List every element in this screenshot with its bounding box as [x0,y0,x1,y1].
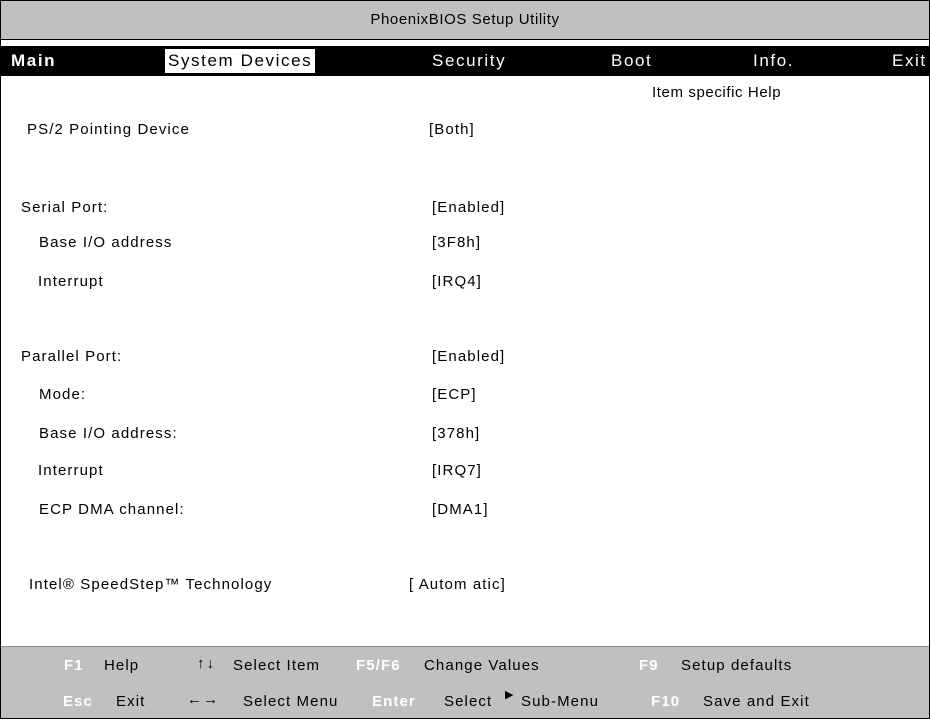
key-esc: Esc [63,693,93,710]
key-f5-f6: F5/F6 [356,657,401,674]
setting-label-serial-base: Base I/O address [39,234,173,251]
setting-value-parallel-mode[interactable]: [ECP] [432,386,477,403]
help-panel-title: Item specific Help [652,84,782,101]
menu-bar: Main System Devices Security Boot Info. … [1,46,929,76]
setting-value-parallel-port[interactable]: [Enabled] [432,348,505,365]
key-enter: Enter [372,693,416,710]
menu-main[interactable]: Main [11,46,56,76]
setting-value-ps2-pointing[interactable]: [Both] [429,121,475,138]
menu-system-devices[interactable]: System Devices [165,49,316,73]
setting-label-parallel-base: Base I/O address: [39,425,178,442]
key-f9: F9 [639,657,659,674]
menu-boot[interactable]: Boot [611,46,652,76]
setting-label-parallel-mode: Mode: [39,386,87,403]
setting-label-parallel-port: Parallel Port: [21,348,123,365]
menu-security[interactable]: Security [432,46,506,76]
setting-value-parallel-irq[interactable]: [IRQ7] [432,462,482,479]
setting-label-serial-port: Serial Port: [21,199,109,216]
setting-value-speedstep[interactable]: [ Autom atic] [409,576,506,593]
key-f1-desc: Help [104,657,140,674]
key-arrows-ud-desc: Select Item [233,657,321,674]
key-arrows-lr-desc: Select Menu [243,693,339,710]
setting-label-speedstep: Intel® SpeedStep™ Technology [29,576,273,593]
key-legend-bar: F1 Help ↑↓ Select Item F5/F6 Change Valu… [1,646,929,718]
setting-label-parallel-irq: Interrupt [38,462,104,479]
key-f1: F1 [64,657,84,674]
key-enter-submenu-desc: Sub-Menu [521,693,600,710]
key-f10-desc: Save and Exit [703,693,810,710]
setting-label-ecp-dma: ECP DMA channel: [39,501,185,518]
key-enter-desc: Select [444,693,493,710]
menu-exit[interactable]: Exit [892,46,927,76]
setting-value-parallel-base[interactable]: [378h] [432,425,480,442]
setting-value-ecp-dma[interactable]: [DMA1] [432,501,489,518]
setting-value-serial-irq[interactable]: [IRQ4] [432,273,482,290]
key-f9-desc: Setup defaults [681,657,793,674]
window-title: PhoenixBIOS Setup Utility [370,11,560,28]
setting-label-serial-irq: Interrupt [38,273,104,290]
key-esc-desc: Exit [116,693,146,710]
key-f5-f6-desc: Change Values [424,657,540,674]
left-right-arrows-icon: ←→ [187,691,220,708]
setting-label-ps2-pointing: PS/2 Pointing Device [27,121,190,138]
title-bar: PhoenixBIOS Setup Utility [1,1,929,40]
setting-value-serial-base[interactable]: [3F8h] [432,234,481,251]
up-down-arrows-icon: ↑↓ [197,655,216,672]
bios-screen: PhoenixBIOS Setup Utility Main System De… [0,0,930,719]
key-f10: F10 [651,693,681,710]
triangle-right-icon: ▶ [505,689,515,701]
setting-value-serial-port[interactable]: [Enabled] [432,199,505,216]
menu-info[interactable]: Info. [753,46,794,76]
